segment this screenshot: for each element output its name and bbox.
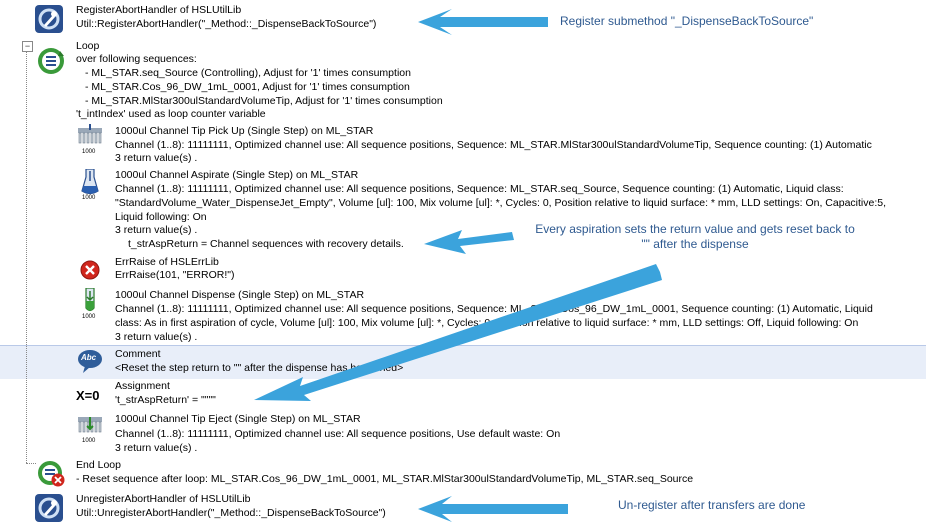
step-detail: 3 return value(s) .: [115, 152, 198, 164]
step-detail: - ML_STAR.MlStar300ulStandardVolumeTip, …: [85, 95, 443, 107]
step-detail: 't_intIndex' used as loop counter variab…: [76, 108, 266, 120]
step-detail: Channel (1..8): 11111111, Optimized chan…: [115, 183, 844, 195]
step-title: ErrRaise of HSLErrLib: [115, 256, 219, 268]
annotation-register: Register submethod "_DispenseBackToSourc…: [560, 14, 814, 28]
step-title: End Loop: [76, 459, 121, 471]
icon-volume-label: 1000: [82, 314, 96, 320]
step-detail: - Reset sequence after loop: ML_STAR.Cos…: [76, 473, 694, 485]
loop-icon: [36, 46, 66, 76]
assignment-icon: X=0: [76, 388, 100, 403]
annotation-unregister: Un-register after transfers are done: [618, 498, 806, 512]
step-assignment[interactable]: X=0 Assignment 't_strAspReturn' = """": [0, 379, 926, 411]
error-icon: [80, 260, 100, 280]
step-detail: Channel (1..8): 11111111, Optimized chan…: [115, 428, 561, 440]
annotation-aspiration-line2: "" after the dispense: [641, 237, 749, 251]
tip-pickup-icon: 1000: [76, 124, 104, 158]
tree-collapse-toggle[interactable]: −: [22, 41, 33, 52]
aspirate-icon: 1000: [78, 168, 102, 203]
step-title: UnregisterAbortHandler of HSLUtilLib: [76, 493, 251, 505]
comment-icon-text: Abc: [81, 353, 97, 362]
step-title: Comment: [115, 348, 161, 360]
step-detail: Liquid following: On: [115, 211, 207, 223]
step-title: 1000ul Channel Tip Eject (Single Step) o…: [115, 413, 361, 425]
step-title: Loop: [76, 40, 100, 52]
step-detail: Channel (1..8): 11111111, Optimized chan…: [115, 303, 873, 315]
wrench-gear-icon: [34, 4, 64, 34]
step-comment[interactable]: Abc Comment <Reset the step return to ""…: [0, 345, 926, 380]
step-detail: 3 return value(s) .: [115, 442, 198, 454]
annotation-aspiration-line1: Every aspiration sets the return value a…: [535, 222, 855, 236]
step-detail: Util::RegisterAbortHandler("_Method::_Di…: [76, 18, 377, 30]
tree-line: [26, 463, 36, 464]
icon-volume-label: 1000: [82, 149, 96, 155]
icon-volume-label: 1000: [82, 438, 96, 444]
step-detail: - ML_STAR.seq_Source (Controlling), Adju…: [85, 67, 411, 79]
step-dispense[interactable]: 1000 1000ul Channel Dispense (Single Ste…: [0, 286, 926, 346]
icon-volume-label: 1000: [82, 195, 96, 201]
dispense-icon: 1000: [78, 287, 102, 322]
step-return-assignment: t_strAspReturn = Channel sequences with …: [128, 238, 404, 250]
step-detail: <Reset the step return to "" after the d…: [115, 362, 404, 374]
step-errraise[interactable]: ErrRaise of HSLErrLib ErrRaise(101, "ERR…: [0, 255, 926, 287]
step-detail: ErrRaise(101, "ERROR!"): [115, 269, 235, 281]
step-detail: over following sequences:: [76, 53, 197, 65]
step-detail: 3 return value(s) .: [115, 331, 198, 343]
step-detail: - ML_STAR.Cos_96_DW_1mL_0001, Adjust for…: [85, 81, 410, 93]
step-title: 1000ul Channel Aspirate (Single Step) on…: [115, 169, 359, 181]
tree-line: [26, 51, 27, 463]
step-title: 1000ul Channel Dispense (Single Step) on…: [115, 289, 365, 301]
comment-bubble-icon: Abc: [77, 348, 103, 374]
step-detail: Util::UnregisterAbortHandler("_Method::_…: [76, 507, 386, 519]
step-title: 1000ul Channel Tip Pick Up (Single Step)…: [115, 125, 374, 137]
step-detail: 't_strAspReturn' = """": [115, 394, 216, 406]
end-loop-icon: [36, 460, 66, 488]
step-detail: "StandardVolume_Water_DispenseJet_Empty"…: [115, 197, 887, 209]
step-end-loop[interactable]: End Loop - Reset sequence after loop: ML…: [0, 458, 926, 490]
step-tip-eject[interactable]: 1000 1000ul Channel Tip Eject (Single St…: [0, 410, 926, 459]
step-detail: 3 return value(s) .: [115, 224, 198, 236]
tip-eject-icon: 1000: [76, 413, 104, 447]
step-detail: class: As in first aspiration of cycle, …: [115, 317, 859, 329]
step-detail: Channel (1..8): 11111111, Optimized chan…: [115, 139, 872, 151]
step-tip-pickup[interactable]: 1000 1000ul Channel Tip Pick Up (Single …: [0, 122, 926, 167]
step-title: RegisterAbortHandler of HSLUtilLib: [76, 4, 242, 16]
step-loop[interactable]: − Loop over following sequences: - ML_ST…: [0, 38, 926, 123]
wrench-gear-icon: [34, 493, 64, 523]
step-title: Assignment: [115, 380, 170, 392]
